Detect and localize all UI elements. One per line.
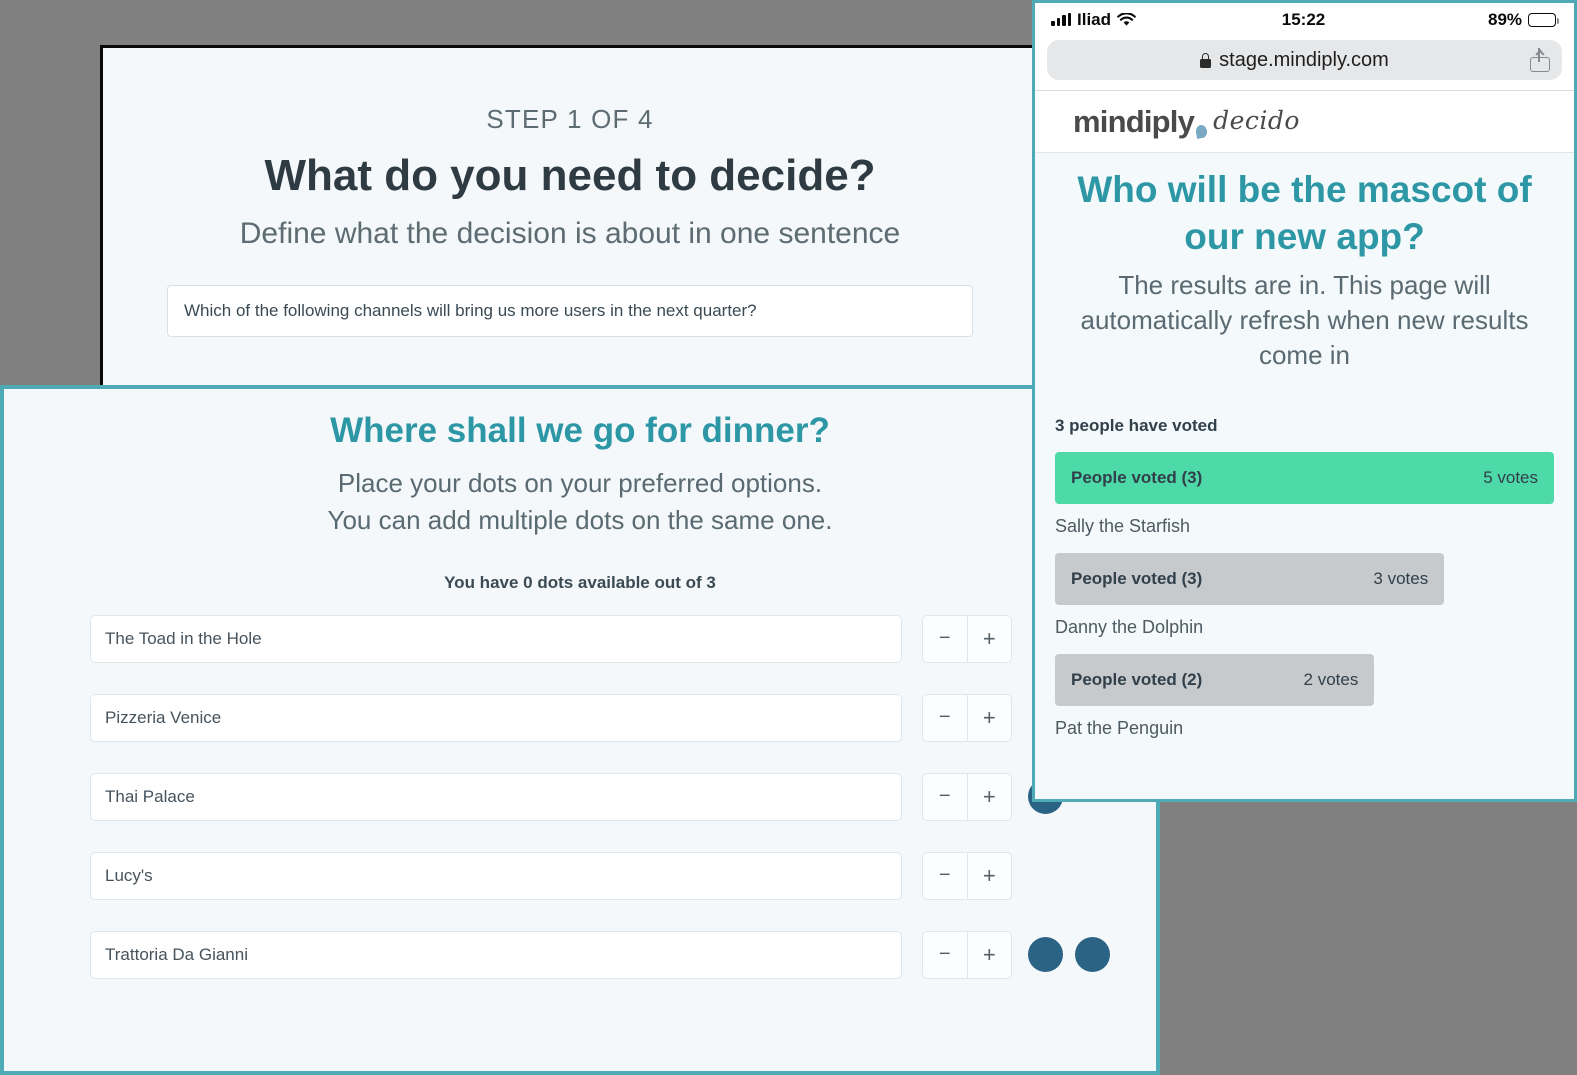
mindiply-brand-bar: mindiply decido: [1035, 91, 1574, 153]
dot-chip-icon: [1028, 937, 1063, 973]
dot-option-row: Trattoria Da Gianni − +: [90, 930, 1110, 979]
brand-product-name: decido: [1213, 106, 1300, 135]
result-option-label: Pat the Penguin: [1055, 717, 1184, 738]
dot-option-name[interactable]: Trattoria Da Gianni: [90, 930, 902, 979]
brand-name: mindiply: [1073, 103, 1195, 139]
dot-stepper: − +: [922, 772, 1012, 821]
dot-stepper: − +: [922, 693, 1012, 742]
result-item: People voted (3) 5 votes Sally the Starfis…: [1055, 451, 1554, 537]
dot-option-name[interactable]: Thai Palace: [90, 772, 902, 821]
step-indicator: STEP 1 OF 4: [486, 104, 654, 134]
dot-chips: [1028, 937, 1110, 973]
battery-icon: [1528, 12, 1560, 27]
wifi-icon: [1117, 12, 1136, 26]
screenshot-root: STEP 1 OF 4 What do you need to decide? …: [0, 0, 1577, 1075]
dot-option-name[interactable]: Pizzeria Venice: [90, 693, 902, 742]
increment-dot-button[interactable]: +: [968, 774, 1012, 820]
dot-option-row: Thai Palace − +: [90, 772, 1072, 821]
decrement-dot-button[interactable]: −: [923, 773, 968, 820]
result-voters-label: People voted (2): [1071, 669, 1203, 689]
status-bar-time: 15:22: [1281, 9, 1326, 29]
page-title: What do you need to decide?: [264, 151, 876, 200]
dot-voting-subtitle: Place your dots on your preferred option…: [4, 465, 1156, 539]
mobile-browser-panel: Iliad 15:22 89% stage.mindiply.com mindi…: [1032, 0, 1577, 802]
voted-count-label: 3 people have voted: [1055, 415, 1218, 435]
dot-option-row: The Toad in the Hole − +: [90, 614, 1072, 663]
phone-status-bar: Iliad 15:22 89%: [1035, 3, 1574, 36]
results-question-title: Who will be the mascot of our new app?: [1077, 169, 1532, 257]
decision-input-wrap: [167, 285, 973, 337]
dot-voting-options-list: The Toad in the Hole − + Pizzeria Venice − + T…: [4, 614, 1156, 979]
increment-dot-button[interactable]: +: [968, 853, 1012, 899]
result-option-label: Danny the Dolphin: [1055, 616, 1204, 637]
dot-option-row: Lucy's − +: [90, 851, 1072, 900]
dot-voting-panel: Where shall we go for dinner? Place your…: [0, 385, 1160, 1075]
decrement-dot-button[interactable]: −: [923, 852, 968, 899]
result-votes-count: 3 votes: [1373, 568, 1429, 588]
result-bar: People voted (3) 3 votes: [1055, 552, 1445, 605]
status-bar-left: Iliad: [1051, 10, 1282, 30]
dot-stepper: − +: [922, 614, 1012, 663]
result-option-label: Sally the Starfish: [1055, 515, 1191, 536]
increment-dot-button[interactable]: +: [968, 695, 1012, 741]
browser-toolbar: stage.mindiply.com: [1035, 36, 1574, 91]
dot-stepper: − +: [922, 851, 1012, 900]
lock-icon: [1200, 52, 1212, 68]
result-votes-count: 5 votes: [1483, 467, 1538, 487]
result-voters-label: People voted (3): [1071, 568, 1203, 588]
url-text: stage.mindiply.com: [1219, 48, 1389, 71]
dot-voting-title: Where shall we go for dinner?: [330, 411, 830, 450]
dot-voting-subtitle-line-2: You can add multiple dots on the same on…: [327, 504, 833, 535]
increment-dot-button[interactable]: +: [968, 616, 1012, 662]
browser-url-bar[interactable]: stage.mindiply.com: [1047, 40, 1562, 80]
brand-teardrop-icon: [1195, 124, 1209, 139]
result-item: People voted (3) 3 votes Danny the Dolphin: [1055, 552, 1554, 638]
decision-input[interactable]: [167, 285, 973, 337]
dot-option-name[interactable]: The Toad in the Hole: [90, 614, 902, 663]
decision-definition-panel: STEP 1 OF 4 What do you need to decide? …: [100, 45, 1040, 390]
results-question-subtitle: The results are in. This page will autom…: [1080, 270, 1529, 371]
dot-chip-icon: [1075, 937, 1110, 973]
result-bar-winner: People voted (3) 5 votes: [1055, 451, 1554, 504]
dots-available-counter: You have 0 dots available out of 3: [444, 572, 716, 592]
decrement-dot-button[interactable]: −: [923, 694, 968, 741]
status-bar-right: 89%: [1325, 9, 1560, 30]
results-page-body: Who will be the mascot of our new app? T…: [1035, 153, 1574, 739]
dot-option-name[interactable]: Lucy's: [90, 851, 902, 900]
increment-dot-button[interactable]: +: [968, 932, 1012, 978]
result-voters-label: People voted (3): [1071, 467, 1203, 487]
result-votes-count: 2 votes: [1303, 669, 1359, 689]
result-item: People voted (2) 2 votes Pat the Penguin: [1055, 653, 1554, 739]
share-icon[interactable]: [1530, 48, 1550, 72]
dot-voting-subtitle-line-1: Place your dots on your preferred option…: [337, 468, 823, 498]
page-subtitle: Define what the decision is about in one…: [239, 217, 901, 250]
url-display[interactable]: stage.mindiply.com: [1059, 49, 1530, 72]
dot-stepper: − +: [922, 930, 1012, 979]
decrement-dot-button[interactable]: −: [923, 615, 968, 662]
decrement-dot-button[interactable]: −: [923, 931, 968, 978]
signal-bars-icon: [1051, 13, 1071, 26]
result-bar: People voted (2) 2 votes: [1055, 653, 1375, 706]
dot-option-row: Pizzeria Venice − +: [90, 693, 1072, 742]
battery-percent-label: 89%: [1487, 9, 1523, 29]
carrier-name: Iliad: [1077, 9, 1112, 29]
results-list: People voted (3) 5 votes Sally the Starfis…: [1055, 451, 1554, 739]
